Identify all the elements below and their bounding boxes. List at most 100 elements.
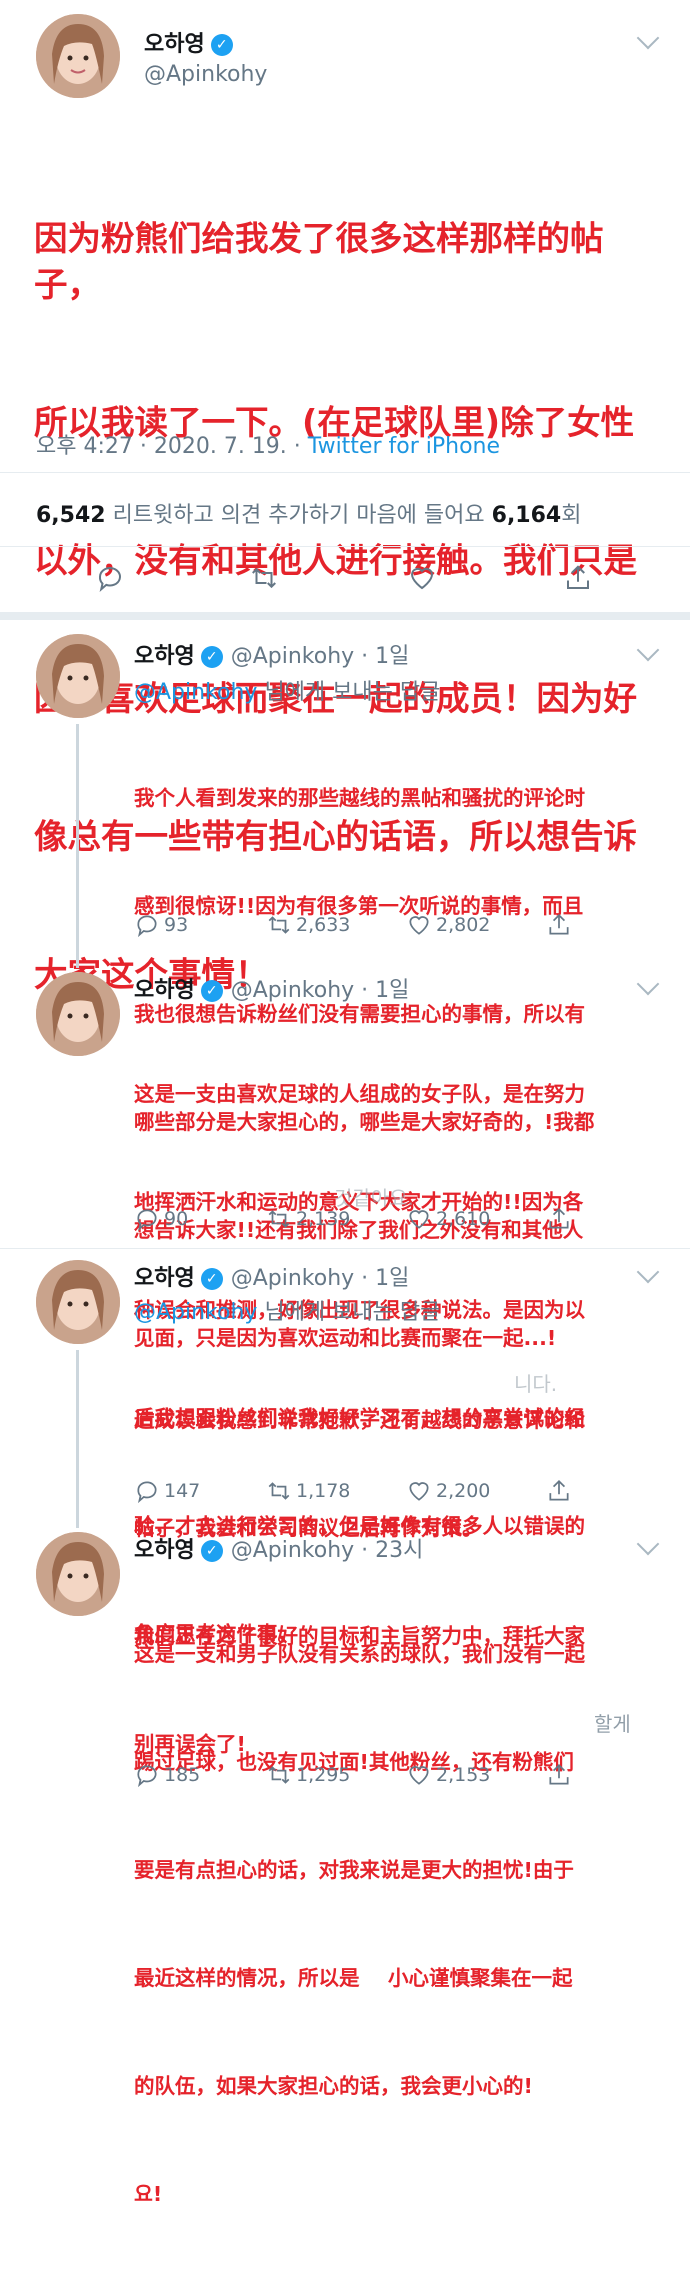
retweet-label: 리트윗하고 의견 추가하기 마음에 들어요 bbox=[105, 503, 492, 528]
replying-to-label: 님에게 보내는 답글 bbox=[257, 1300, 441, 1325]
reply-header: 오하영 ✓ @Apinkohy · 23시 bbox=[134, 1532, 423, 1564]
author-name[interactable]: 오하영 bbox=[134, 1538, 195, 1563]
share-button[interactable] bbox=[546, 1478, 576, 1504]
like-button[interactable]: 2,153 bbox=[406, 1762, 490, 1788]
ghost-text: 니다. bbox=[514, 1372, 558, 1396]
tweet-source-link[interactable]: Twitter for iPhone bbox=[308, 434, 500, 459]
retweet-icon bbox=[268, 1766, 290, 1784]
retweet-button[interactable] bbox=[246, 560, 282, 596]
author-handle[interactable]: @Apinkohy · 23시 bbox=[231, 1538, 424, 1563]
replying-to-label: 님에게 보내는 답글 bbox=[257, 680, 441, 705]
share-button[interactable] bbox=[546, 1206, 576, 1232]
divider bbox=[0, 1248, 690, 1249]
reply-actions: 93 2,633 2,802 bbox=[134, 912, 584, 946]
reply-button[interactable] bbox=[92, 560, 128, 596]
reply-icon bbox=[137, 915, 157, 938]
reply-tweet: 오하영 ✓ @Apinkohy · 1일 这是一支由喜欢足球的人组成的女子队，是在努… bbox=[0, 968, 690, 1646]
author-handle[interactable]: @Apinkohy bbox=[144, 62, 267, 87]
tweet-stats: 6,542 리트윗하고 의견 추가하기 마음에 들어요 6,164회 bbox=[36, 497, 581, 529]
like-count[interactable]: 6,164 bbox=[492, 503, 562, 528]
author-name[interactable]: 오하영 bbox=[134, 644, 195, 669]
share-icon bbox=[549, 914, 569, 935]
divider bbox=[0, 546, 690, 547]
share-icon bbox=[549, 1764, 569, 1785]
reply-count: 93 bbox=[164, 914, 189, 936]
reply-line: 这是一支和男子队没有关系的球队，我们没有一起 bbox=[134, 1642, 585, 1666]
reply-icon bbox=[137, 1765, 157, 1788]
chevron-down-icon[interactable] bbox=[636, 972, 660, 996]
tweet-meta: 오후 4:27 · 2020. 7. 19. · Twitter for iPh… bbox=[36, 428, 500, 460]
heart-icon bbox=[409, 916, 429, 935]
reply-line: 要是有点担心的话，对我来说是更大的担忧!由于 bbox=[134, 1858, 574, 1882]
reply-line: 最近这样的情况，所以是 小心谨慎聚集在一起 bbox=[134, 1966, 573, 1990]
author-handle[interactable]: @Apinkohy · 1일 bbox=[231, 1266, 410, 1291]
author-name[interactable]: 오하영 bbox=[134, 978, 195, 1003]
avatar[interactable] bbox=[36, 14, 120, 98]
replying-to: @Apinkohy 님에게 보내는 답글 bbox=[134, 1294, 440, 1326]
retweet-button[interactable]: 1,295 bbox=[266, 1762, 350, 1788]
avatar-image bbox=[36, 972, 120, 1056]
avatar[interactable] bbox=[36, 972, 120, 1056]
chevron-down-icon[interactable] bbox=[636, 638, 660, 662]
retweet-count: 2,633 bbox=[296, 914, 351, 936]
thread-line bbox=[76, 1350, 79, 1528]
avatar[interactable] bbox=[36, 634, 120, 718]
like-suffix: 회 bbox=[561, 503, 582, 528]
retweet-icon bbox=[268, 1210, 290, 1228]
author-handle[interactable]: @Apinkohy · 1일 bbox=[231, 978, 410, 1003]
divider bbox=[0, 472, 690, 473]
author-handle[interactable]: @Apinkohy · 1일 bbox=[231, 644, 410, 669]
reply-icon bbox=[137, 1209, 157, 1232]
chevron-down-icon[interactable] bbox=[636, 1532, 660, 1556]
like-count: 2,802 bbox=[436, 914, 491, 936]
reply-actions: 185 1,295 2,153 bbox=[134, 1762, 584, 1796]
reply-count: 90 bbox=[164, 1208, 189, 1230]
mention-link[interactable]: @Apinkohy bbox=[134, 680, 257, 705]
avatar[interactable] bbox=[36, 1260, 120, 1344]
author-name[interactable]: 오하영 bbox=[134, 1266, 195, 1291]
thread-line bbox=[76, 724, 79, 968]
retweet-count: 1,178 bbox=[296, 1480, 351, 1502]
retweet-count[interactable]: 6,542 bbox=[36, 503, 106, 528]
chevron-down-icon[interactable] bbox=[636, 26, 660, 50]
avatar-image bbox=[36, 1532, 120, 1616]
reply-text: 这是一支和男子队没有关系的球队，我们没有一起 踢过足球，也没有见过面!其他粉丝，… bbox=[134, 1564, 664, 2284]
reply-button[interactable]: 90 bbox=[134, 1206, 188, 1232]
verified-icon: ✓ bbox=[200, 980, 223, 1002]
verified-icon: ✓ bbox=[200, 646, 223, 668]
chevron-down-icon[interactable] bbox=[636, 1260, 660, 1284]
retweet-button[interactable]: 2,139 bbox=[266, 1206, 350, 1232]
share-icon bbox=[567, 565, 589, 589]
reply-count: 147 bbox=[164, 1480, 201, 1502]
verified-icon: ✓ bbox=[210, 34, 233, 56]
ghost-text: 할게 bbox=[594, 1712, 631, 1736]
retweet-button[interactable]: 2,633 bbox=[266, 912, 350, 938]
like-button[interactable] bbox=[404, 560, 440, 596]
share-button[interactable] bbox=[560, 560, 596, 596]
reply-button[interactable]: 147 bbox=[134, 1478, 200, 1504]
heart-icon bbox=[410, 567, 434, 590]
reply-line: 这是一支由喜欢足球的人组成的女子队，是在努力 bbox=[134, 1082, 585, 1106]
avatar[interactable] bbox=[36, 1532, 120, 1616]
like-button[interactable]: 2,610 bbox=[406, 1206, 490, 1232]
retweet-button[interactable]: 1,178 bbox=[266, 1478, 350, 1504]
mention-link[interactable]: @Apinkohy bbox=[134, 1300, 257, 1325]
avatar-image bbox=[36, 14, 120, 98]
reply-icon bbox=[137, 1481, 157, 1504]
reply-count: 185 bbox=[164, 1764, 201, 1786]
reply-tweet: 오하영 ✓ @Apinkohy · 1일 @Apinkohy 님에게 보내는 답글 … bbox=[0, 620, 690, 1350]
author-name[interactable]: 오하영 ✓ bbox=[144, 26, 233, 58]
share-button[interactable] bbox=[546, 912, 576, 938]
avatar-image bbox=[36, 634, 120, 718]
share-button[interactable] bbox=[546, 1762, 576, 1788]
retweet-icon bbox=[268, 1482, 290, 1500]
heart-icon bbox=[409, 1482, 429, 1501]
reply-button[interactable]: 185 bbox=[134, 1762, 200, 1788]
reply-actions: 147 1,178 2,200 bbox=[134, 1478, 584, 1512]
heart-icon bbox=[409, 1766, 429, 1785]
like-button[interactable]: 2,200 bbox=[406, 1478, 490, 1504]
verified-icon: ✓ bbox=[200, 1540, 223, 1562]
reply-actions: 90 2,139 2,610 bbox=[134, 1206, 584, 1240]
like-button[interactable]: 2,802 bbox=[406, 912, 490, 938]
reply-button[interactable]: 93 bbox=[134, 912, 188, 938]
